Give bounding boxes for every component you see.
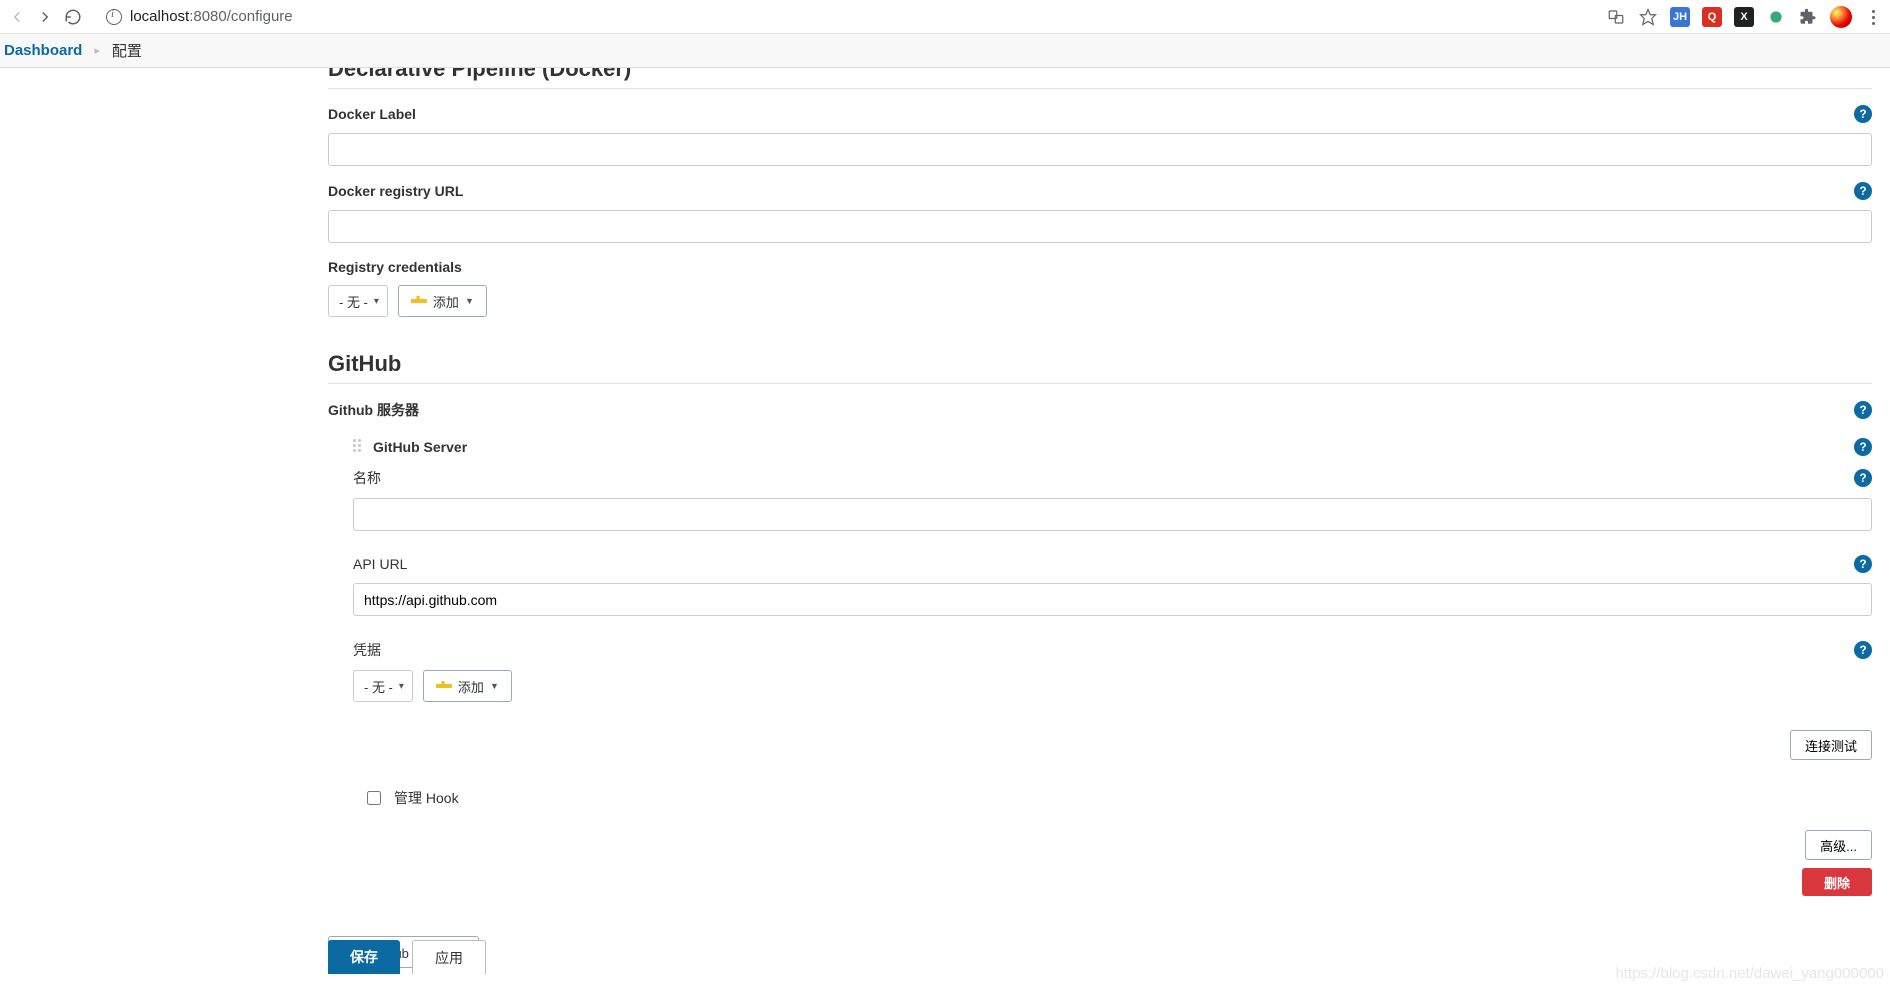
extension-icon-4[interactable] — [1766, 7, 1786, 27]
watermark-text: https://blog.csdn.net/dawei_yang000000 — [1615, 965, 1884, 982]
profile-avatar[interactable] — [1830, 6, 1852, 28]
address-bar[interactable]: localhost:8080/configure — [98, 3, 301, 31]
chevron-down-icon: ▼ — [490, 681, 499, 691]
help-icon[interactable]: ? — [1854, 438, 1872, 456]
label-credentials: 凭据 — [353, 640, 381, 660]
save-button[interactable]: 保存 — [328, 940, 400, 974]
chevron-down-icon: ▼ — [465, 296, 474, 306]
manage-hook-checkbox[interactable] — [367, 791, 381, 805]
github-add-credentials-button[interactable]: 添加 ▼ — [423, 670, 512, 702]
extension-icon-2[interactable]: Q — [1702, 7, 1722, 27]
docker-label-input[interactable] — [328, 133, 1872, 166]
test-connection-button[interactable]: 连接测试 — [1790, 730, 1872, 760]
label-docker-label: Docker Label — [328, 106, 416, 122]
label-api-url: API URL — [353, 556, 407, 572]
page-body: Declarative Pipeline (Docker) Docker Lab… — [0, 68, 1890, 988]
browser-toolbar: localhost:8080/configure JH Q X — [0, 0, 1890, 34]
translate-icon[interactable] — [1606, 7, 1626, 27]
label-name: 名称 — [353, 468, 381, 488]
browser-right-icons: JH Q X — [1606, 0, 1882, 34]
chevron-down-icon: ▾ — [399, 681, 404, 692]
breadcrumb: Dashboard ▸ 配置 — [0, 34, 1890, 68]
github-server-title: GitHub Server — [373, 439, 467, 455]
advanced-button[interactable]: 高级... — [1805, 830, 1872, 860]
bookmark-star-icon[interactable] — [1638, 7, 1658, 27]
help-icon[interactable]: ? — [1854, 641, 1872, 659]
label-docker-registry-url: Docker registry URL — [328, 183, 463, 199]
drag-handle-icon[interactable] — [353, 439, 363, 455]
section-title-github: GitHub — [328, 351, 1872, 384]
github-credentials-select[interactable]: - 无 -▾ — [353, 670, 413, 702]
registry-credentials-select[interactable]: - 无 -▾ — [328, 285, 388, 317]
help-icon[interactable]: ? — [1854, 555, 1872, 573]
add-credentials-button[interactable]: 添加 ▼ — [398, 285, 487, 317]
back-icon[interactable] — [8, 8, 26, 26]
reload-icon[interactable] — [64, 8, 82, 26]
help-icon[interactable]: ? — [1854, 469, 1872, 487]
extension-icon-3[interactable]: X — [1734, 7, 1754, 27]
forward-icon[interactable] — [36, 8, 54, 26]
github-name-input[interactable] — [353, 498, 1872, 531]
docker-registry-url-input[interactable] — [328, 210, 1872, 243]
help-icon[interactable]: ? — [1854, 182, 1872, 200]
label-registry-credentials: Registry credentials — [328, 259, 462, 275]
extensions-puzzle-icon[interactable] — [1798, 7, 1818, 27]
breadcrumb-separator-icon: ▸ — [94, 44, 100, 57]
browser-menu-icon[interactable] — [1864, 8, 1882, 26]
extension-icon-1[interactable]: JH — [1670, 7, 1690, 27]
breadcrumb-dashboard[interactable]: Dashboard — [4, 42, 82, 59]
help-icon[interactable]: ? — [1854, 105, 1872, 123]
section-title-docker: Declarative Pipeline (Docker) — [328, 68, 1872, 89]
help-icon[interactable]: ? — [1854, 401, 1872, 419]
breadcrumb-current: 配置 — [112, 40, 142, 61]
key-icon — [411, 296, 427, 306]
apply-button[interactable]: 应用 — [412, 940, 486, 974]
key-icon — [436, 681, 452, 691]
github-apiurl-input[interactable] — [353, 583, 1872, 616]
delete-button[interactable]: 删除 — [1802, 868, 1872, 896]
label-manage-hook: 管理 Hook — [394, 788, 459, 808]
label-github-servers: Github 服务器 — [328, 400, 419, 420]
site-info-icon[interactable] — [106, 9, 122, 25]
url-text: localhost:8080/configure — [130, 8, 293, 25]
chevron-down-icon: ▾ — [374, 296, 379, 307]
